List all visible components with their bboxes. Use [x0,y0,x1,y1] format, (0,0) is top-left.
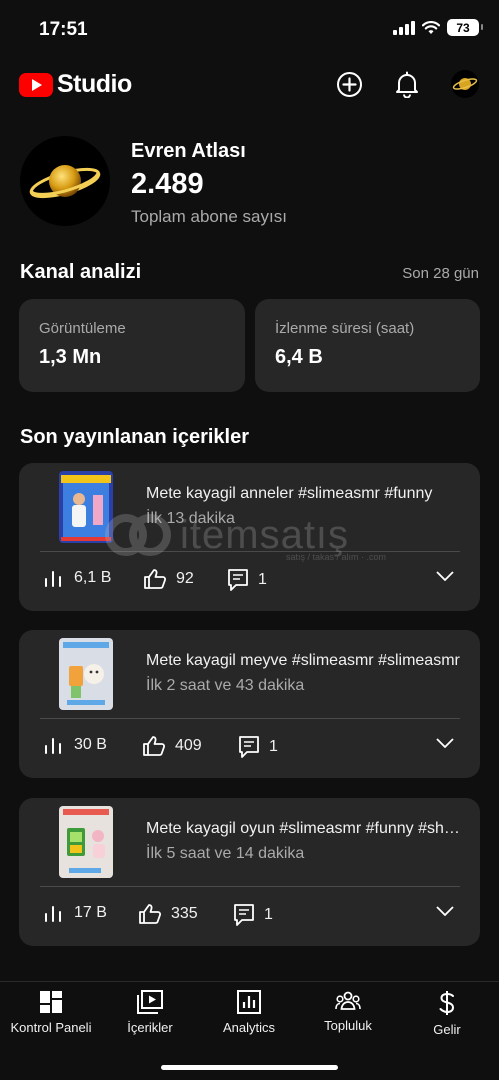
chevron-down-icon[interactable] [436,906,454,916]
wifi-icon [422,20,440,34]
comments-metric: 1 [227,568,267,592]
status-bar: 17:51 73 [0,0,499,60]
video-title: Mete kayagil oyun #slimeasmr #funny #sho… [146,820,462,837]
video-card[interactable]: Mete kayagil anneler #slimeasmr #funny İ… [19,463,480,611]
thumbs-up-icon [143,736,166,756]
likes-count: 409 [175,737,202,754]
nav-analytics[interactable]: Analytics [199,990,299,1035]
channel-name: Evren Atlası [131,140,246,162]
thumbs-up-icon [139,904,162,924]
watch-time-value: 6,4 B [275,346,323,368]
nav-community[interactable]: Topluluk [298,990,398,1033]
content-icon [137,990,163,1014]
divider [40,718,460,719]
comments-count: 1 [264,906,273,923]
chevron-down-icon[interactable] [436,571,454,581]
analytics-title: Kanal analizi [20,261,142,283]
likes-count: 92 [176,570,194,587]
analytics-period[interactable]: Son 28 gün [402,265,479,282]
comment-icon [228,569,248,591]
subscriber-label: Toplam abone sayısı [131,207,287,226]
video-time: İlk 5 saat ve 14 dakika [146,845,305,862]
views-count: 30 B [74,736,107,753]
watch-time-card[interactable]: İzlenme süresi (saat) 6,4 B [255,299,480,392]
bar-chart-icon [45,738,61,754]
views-metric: 6,1 B [43,568,111,588]
video-time: İlk 13 dakika [146,510,235,527]
home-indicator[interactable] [161,1065,338,1070]
nav-earn[interactable]: Gelir [397,990,497,1037]
app-header: Studio [0,62,499,108]
views-value: 1,3 Mn [39,346,102,368]
nav-label: İçerikler [127,1020,173,1035]
channel-avatar-icon[interactable] [451,70,479,98]
youtube-logo-icon [19,72,53,97]
status-icons: 73 [393,19,483,36]
nav-dashboard[interactable]: Kontrol Paneli [1,990,101,1035]
battery-level: 73 [456,20,470,35]
likes-metric: 409 [142,735,202,757]
bar-chart-icon [45,571,61,587]
video-title: Mete kayagil meyve #slimeasmr #slimeasmr [146,652,460,669]
dashboard-icon [40,991,62,1013]
status-time: 17:51 [39,19,88,40]
community-icon [335,991,361,1010]
subscriber-count: 2.489 [131,168,204,200]
thumbs-up-icon [144,569,167,589]
chevron-down-icon[interactable] [436,738,454,748]
views-metric: 17 B [43,903,107,923]
video-time: İlk 2 saat ve 43 dakika [146,677,305,694]
channel-avatar[interactable] [20,136,110,226]
create-icon[interactable] [335,70,363,98]
battery-icon: 73 [447,19,483,36]
likes-count: 335 [171,905,198,922]
comment-icon [239,736,259,758]
video-title: Mete kayagil anneler #slimeasmr #funny [146,485,433,502]
recent-content-title: Son yayınlanan içerikler [20,426,249,448]
views-metric: 30 B [43,735,107,755]
nav-label: Kontrol Paneli [10,1020,92,1035]
watch-time-label: İzlenme süresi (saat) [275,320,415,337]
comments-count: 1 [258,571,267,588]
video-thumbnail[interactable] [59,806,113,878]
analytics-icon [237,990,261,1014]
bar-chart-icon [45,906,61,922]
views-label: Görüntüleme [39,320,126,337]
comment-icon [234,904,254,926]
comments-count: 1 [269,738,278,755]
divider [40,551,460,552]
comments-metric: 1 [238,735,278,759]
video-card[interactable]: Mete kayagil oyun #slimeasmr #funny #sho… [19,798,480,946]
logo-text: Studio [57,70,132,98]
views-count: 6,1 B [74,569,112,586]
nav-label: Gelir [433,1022,461,1037]
likes-metric: 335 [138,903,198,925]
divider [40,886,460,887]
bell-icon[interactable] [393,70,421,98]
video-thumbnail[interactable] [59,638,113,710]
earn-icon [439,991,455,1015]
views-card[interactable]: Görüntüleme 1,3 Mn [19,299,245,392]
views-count: 17 B [74,904,107,921]
youtube-studio-logo[interactable]: Studio [19,70,132,99]
video-thumbnail[interactable] [59,471,113,543]
video-card[interactable]: Mete kayagil meyve #slimeasmr #slimeasmr… [19,630,480,778]
comments-metric: 1 [233,903,273,927]
nav-label: Topluluk [324,1018,372,1033]
likes-metric: 92 [143,568,194,590]
nav-content[interactable]: İçerikler [100,990,200,1035]
saturn-icon [29,165,101,199]
nav-label: Analytics [222,1020,276,1035]
signal-icon [393,20,415,35]
